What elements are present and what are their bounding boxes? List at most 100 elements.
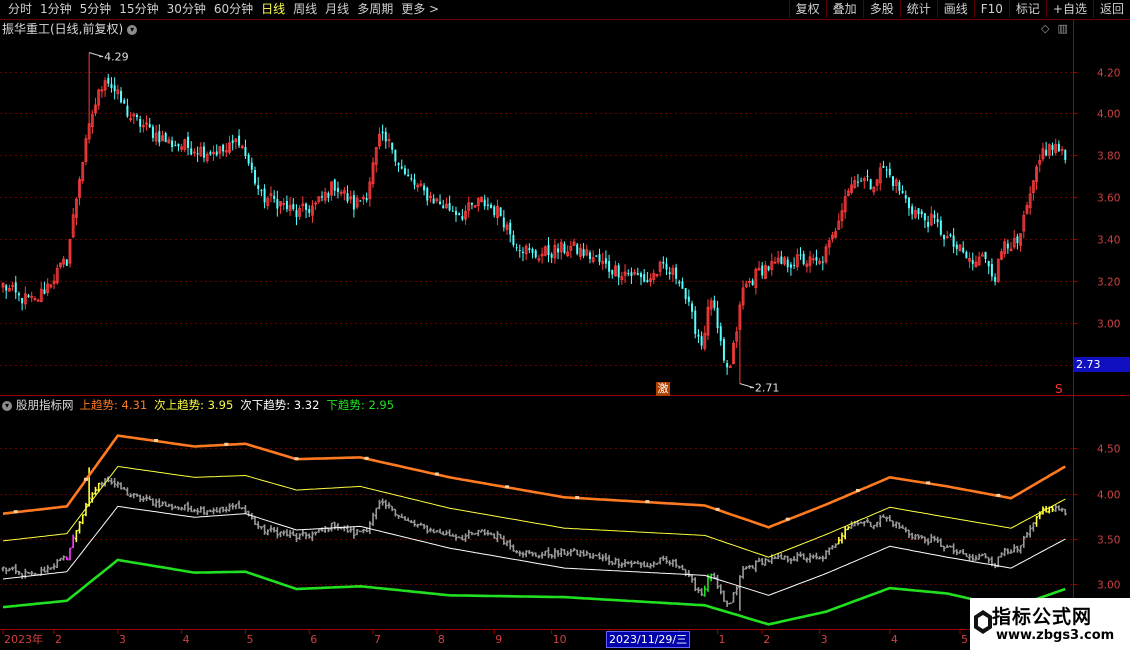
- upper-trend-marker: [855, 488, 860, 492]
- candle-body-down: [608, 261, 611, 272]
- upper-trend-marker: [785, 517, 790, 521]
- candle-body-down: [1064, 150, 1067, 161]
- candle-body-down: [403, 168, 406, 175]
- candle-body-down: [209, 152, 212, 155]
- candle-body-down: [598, 254, 601, 262]
- candle-body-down: [483, 199, 486, 207]
- signal-badge[interactable]: S: [1055, 382, 1063, 396]
- candle-body-down: [726, 363, 729, 368]
- candle-body-down: [381, 131, 384, 134]
- candle-body-down: [646, 279, 649, 282]
- upper-trend-marker: [154, 439, 159, 443]
- candle-body-down: [971, 260, 974, 264]
- candle-body-down: [509, 222, 512, 235]
- candle-body-down: [164, 132, 167, 143]
- x-axis-label: 1: [719, 633, 726, 646]
- x-axis-label: 9: [495, 633, 502, 646]
- chevron-down-icon[interactable]: ▾: [2, 400, 12, 411]
- watermark-url: www.zbgs3.com: [996, 628, 1115, 643]
- candle-body-down: [439, 201, 442, 205]
- event-badge[interactable]: 激: [656, 382, 670, 396]
- candle-body-down: [359, 200, 362, 202]
- candle-body-down: [285, 200, 288, 210]
- candle-body-down: [531, 249, 534, 253]
- candle-body-down: [177, 143, 180, 147]
- chart-canvas[interactable]: 4.204.003.803.603.403.203.002.804.504.00…: [0, 0, 1130, 650]
- indicator-value-1: 3.95: [204, 398, 234, 412]
- candle-body-down: [151, 126, 154, 138]
- candle-body-down: [901, 190, 904, 194]
- candle-body-down: [139, 118, 142, 127]
- candle-body-down: [14, 282, 17, 293]
- candle-body-down: [962, 247, 965, 253]
- main-y-tick-label: 3.60: [1097, 193, 1120, 205]
- candle-body-down: [821, 261, 824, 263]
- candle-body-down: [691, 303, 694, 312]
- candle-body-down: [407, 174, 410, 177]
- candle-body-down: [413, 179, 416, 185]
- candle-body-down: [521, 251, 524, 253]
- candle-body-down: [799, 254, 802, 256]
- upper-trend-marker: [13, 510, 18, 514]
- candle-body-down: [502, 217, 505, 228]
- candle-body-down: [892, 176, 895, 187]
- candle-body-down: [923, 213, 926, 221]
- candle-body-down: [254, 170, 257, 184]
- candle-body-down: [461, 216, 464, 220]
- candle-body-down: [512, 235, 515, 246]
- indicator-y-tick-label: 3.00: [1097, 580, 1120, 592]
- indicator-label-0: 上趋势:: [79, 398, 118, 412]
- candle-body-down: [604, 258, 607, 264]
- candle-body-down: [630, 272, 633, 276]
- candle-body-down: [643, 274, 646, 282]
- candle-body-down: [627, 273, 630, 275]
- indicator-title[interactable]: ▾ 股朋指标网 上趋势: 4.31 次上趋势: 3.95 次下趋势: 3.32 下趋势: …: [2, 398, 401, 413]
- upper-trend-marker: [505, 485, 510, 489]
- upper-trend-marker: [926, 481, 931, 485]
- candle-body-down: [885, 169, 888, 171]
- candle-body-down: [276, 199, 279, 209]
- x-axis-label: 3: [821, 633, 828, 646]
- candle-body-down: [490, 204, 493, 208]
- candle-body-down: [410, 178, 413, 180]
- candle-body-down: [352, 195, 355, 210]
- candle-body-down: [107, 77, 110, 84]
- candle-body-down: [308, 209, 311, 213]
- candle-body-down: [321, 196, 323, 198]
- candle-body-down: [327, 193, 330, 198]
- candle-body-down: [1057, 143, 1060, 152]
- candle-body-down: [158, 131, 161, 143]
- candle-body-down: [927, 221, 930, 227]
- candle-body-down: [336, 187, 339, 192]
- candle-body-down: [292, 203, 295, 210]
- candle-body-down: [202, 146, 205, 158]
- candle-body-down: [333, 179, 336, 191]
- upper-trend-marker: [364, 456, 369, 460]
- candle-body-down: [43, 289, 46, 294]
- upper-trend-marker: [294, 457, 299, 461]
- last-price-tag: 2.73: [1074, 357, 1130, 372]
- candle-body-down: [263, 188, 266, 203]
- candle-body-down: [911, 206, 914, 215]
- upper-trend-marker: [645, 500, 650, 504]
- candle-body-down: [904, 195, 907, 199]
- upper-trend-marker: [996, 493, 1001, 497]
- candle-body-down: [952, 235, 955, 247]
- candle-body-down: [917, 208, 920, 215]
- candle-body-down: [678, 281, 681, 284]
- candle-body-down: [423, 185, 426, 191]
- candle-body-down: [448, 203, 451, 211]
- candle-body-down: [426, 187, 429, 201]
- indicator-y-tick-label: 3.50: [1097, 535, 1120, 547]
- candle-body-down: [866, 175, 869, 177]
- candle-body-down: [295, 210, 298, 218]
- candle-body-down: [793, 264, 796, 266]
- upper-trend-marker: [715, 507, 720, 511]
- candle-body-down: [190, 148, 193, 155]
- main-candles: [1, 52, 1067, 384]
- candle-body-down: [113, 85, 116, 92]
- candle-body-down: [534, 250, 537, 258]
- candle-body-down: [722, 339, 725, 361]
- candle-body-down: [716, 307, 719, 329]
- upper-trend-marker: [434, 472, 439, 476]
